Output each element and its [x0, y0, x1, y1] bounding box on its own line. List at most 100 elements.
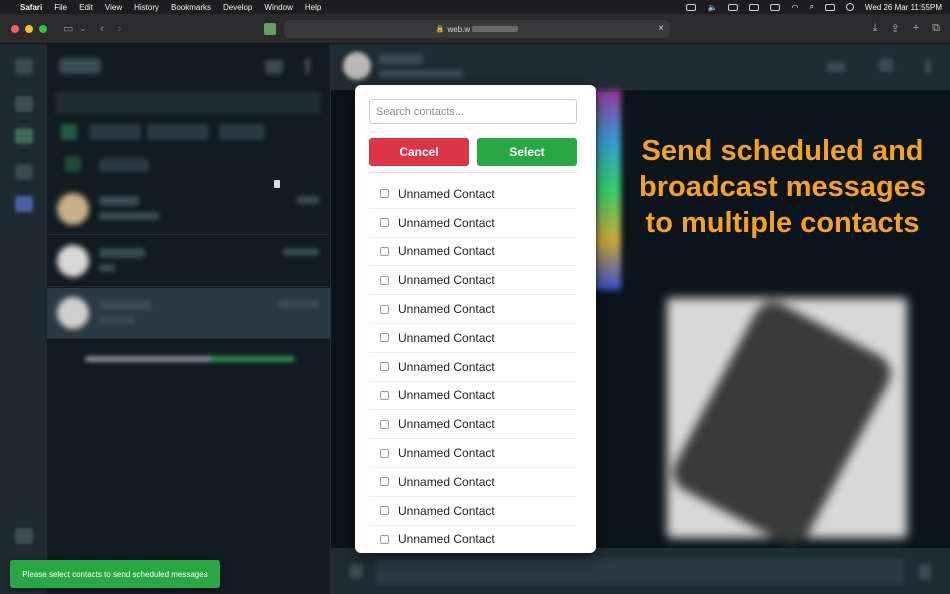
contact-checkbox[interactable]: [380, 362, 389, 372]
close-icon[interactable]: ×: [658, 23, 664, 34]
new-chat-icon[interactable]: [265, 60, 283, 74]
search-icon[interactable]: [879, 58, 893, 72]
redacted-chat-time: [279, 300, 319, 308]
contact-row[interactable]: Unnamed Contact: [369, 180, 577, 209]
menu-app-safari[interactable]: Safari: [20, 3, 42, 12]
video-call-icon[interactable]: [827, 62, 845, 72]
redacted-url: [472, 26, 519, 32]
spotlight-search-icon[interactable]: ⌕: [809, 2, 813, 12]
archived-label[interactable]: [99, 158, 149, 172]
cancel-button[interactable]: Cancel: [369, 138, 469, 166]
meta-ai-icon[interactable]: [15, 196, 33, 212]
menu-bookmarks[interactable]: Bookmarks: [171, 3, 211, 12]
filter-chip[interactable]: [147, 124, 209, 140]
contact-row[interactable]: Unnamed Contact: [369, 526, 577, 553]
select-button[interactable]: Select: [477, 138, 577, 166]
contact-checkbox[interactable]: [380, 477, 389, 487]
new-tab-icon[interactable]: +: [913, 22, 919, 35]
contact-row[interactable]: Unnamed Contact: [369, 266, 577, 296]
contact-checkbox[interactable]: [380, 333, 389, 343]
chat-header: [331, 44, 950, 90]
contact-row[interactable]: Unnamed Contact: [369, 238, 577, 267]
menu-view[interactable]: View: [105, 3, 122, 12]
chevron-down-icon[interactable]: ⌄: [79, 24, 86, 33]
redacted-chat-preview: [99, 316, 135, 324]
sidebar-icon[interactable]: ▭: [63, 22, 73, 35]
contact-checkbox[interactable]: [380, 419, 389, 429]
channels-icon[interactable]: [15, 128, 33, 144]
chat-row[interactable]: [47, 236, 331, 287]
contact-checkbox[interactable]: [380, 448, 389, 458]
contact-row[interactable]: Unnamed Contact: [369, 295, 577, 324]
download-icon[interactable]: ⤓: [873, 22, 878, 35]
redacted-chat-name: [99, 248, 145, 258]
siri-icon[interactable]: [845, 3, 854, 11]
redacted-contact-name: [379, 54, 423, 64]
menu-icon[interactable]: [925, 58, 931, 74]
screen-mirror-icon[interactable]: [686, 3, 697, 11]
contact-checkbox[interactable]: [380, 390, 389, 400]
contact-name: Unnamed Contact: [398, 330, 495, 345]
status-icons: 🔈 ◠ ⌕ Wed 26 Mar 11:55PM: [686, 2, 942, 12]
control-center-icon[interactable]: [824, 3, 835, 11]
contact-row[interactable]: Unnamed Contact: [369, 497, 577, 526]
contact-checkbox[interactable]: [380, 304, 389, 314]
contact-checkbox[interactable]: [380, 275, 389, 285]
chat-row-active[interactable]: [47, 288, 331, 339]
avatar: [343, 52, 371, 80]
filter-chip[interactable]: [219, 124, 265, 140]
chat-row[interactable]: [47, 184, 331, 235]
redacted-chat-preview: [99, 212, 159, 220]
back-icon[interactable]: ‹: [100, 23, 104, 35]
contact-checkbox[interactable]: [380, 506, 389, 516]
tab-overview-icon[interactable]: ⧉: [932, 22, 940, 35]
contact-checkbox[interactable]: [380, 189, 389, 199]
address-bar[interactable]: 🔒 web.w ×: [284, 20, 670, 38]
contact-row[interactable]: Unnamed Contact: [369, 209, 577, 238]
forward-icon[interactable]: ›: [118, 23, 122, 35]
contact-checkbox[interactable]: [380, 246, 389, 256]
archived-icon[interactable]: [65, 156, 81, 172]
settings-icon[interactable]: [15, 528, 33, 544]
contact-row[interactable]: Unnamed Contact: [369, 468, 577, 497]
volume-icon[interactable]: 🔈: [707, 3, 717, 12]
menu-help[interactable]: Help: [305, 3, 321, 12]
contact-row[interactable]: Unnamed Contact: [369, 382, 577, 411]
minimize-window-button[interactable]: [25, 24, 33, 33]
menu-edit[interactable]: Edit: [79, 3, 93, 12]
drive-icon[interactable]: [728, 3, 739, 11]
zoom-window-button[interactable]: [39, 24, 47, 33]
menu-develop[interactable]: Develop: [223, 3, 252, 12]
battery-icon[interactable]: [770, 3, 781, 11]
contact-name: Unnamed Contact: [398, 446, 495, 461]
close-window-button[interactable]: [11, 24, 19, 33]
share-icon[interactable]: ⇪: [890, 22, 899, 35]
filter-chip[interactable]: [89, 124, 141, 140]
menu-file[interactable]: File: [54, 3, 67, 12]
search-contacts-input[interactable]: [369, 99, 577, 124]
menu-window[interactable]: Window: [264, 3, 292, 12]
search-bar-blurred[interactable]: [55, 92, 321, 114]
promo-headline: Send scheduled and broadcast messages to…: [615, 133, 950, 241]
redacted-chat-preview: [99, 264, 115, 272]
chats-icon[interactable]: [15, 58, 33, 74]
menu-history[interactable]: History: [134, 3, 159, 12]
contact-row[interactable]: Unnamed Contact: [369, 353, 577, 382]
menubar-clock[interactable]: Wed 26 Mar 11:55PM: [865, 3, 942, 12]
contact-checkbox[interactable]: [380, 534, 389, 544]
microphone-icon[interactable]: [919, 564, 931, 580]
calendar-icon[interactable]: [749, 3, 760, 11]
contact-row[interactable]: Unnamed Contact: [369, 324, 577, 353]
contact-name: Unnamed Contact: [398, 215, 495, 230]
status-icon[interactable]: [15, 96, 33, 112]
contact-row[interactable]: Unnamed Contact: [369, 410, 577, 440]
wifi-icon[interactable]: ◠: [791, 3, 798, 12]
communities-icon[interactable]: [15, 164, 33, 180]
attach-icon[interactable]: [349, 564, 363, 578]
filter-all-chip[interactable]: [61, 124, 77, 140]
contact-row[interactable]: Unnamed Contact: [369, 439, 577, 468]
contact-checkbox[interactable]: [380, 218, 389, 228]
message-input[interactable]: [375, 558, 905, 584]
menu-icon[interactable]: [305, 58, 310, 74]
contact-name: Unnamed Contact: [398, 388, 495, 403]
